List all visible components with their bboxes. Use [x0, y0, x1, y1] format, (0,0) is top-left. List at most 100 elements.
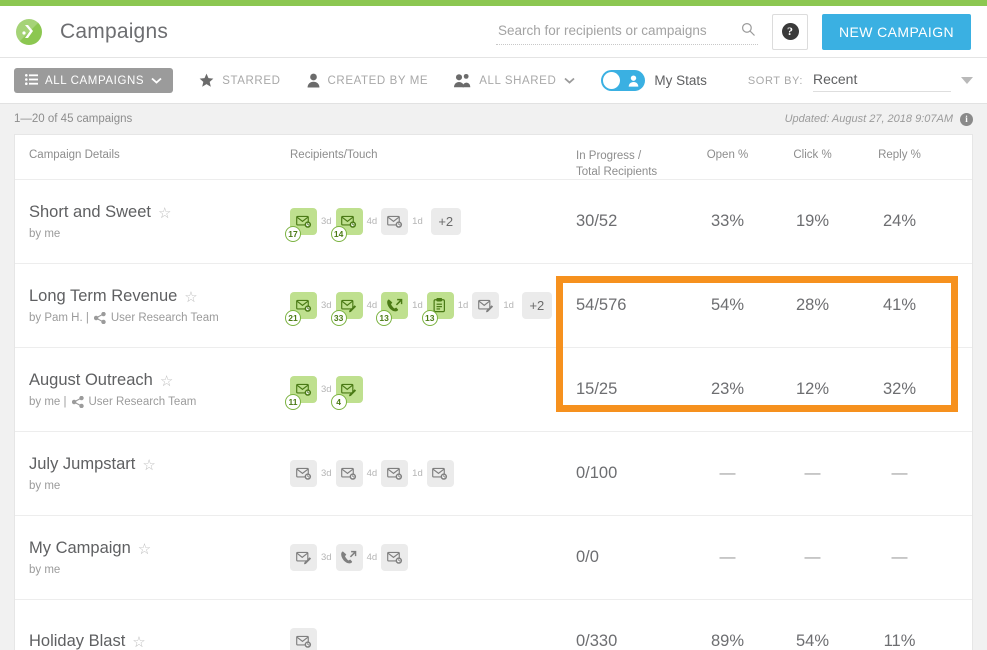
star-icon[interactable]: ☆: [184, 288, 197, 306]
search-box[interactable]: [496, 19, 758, 45]
results-count: 1—20 of 45 campaigns: [14, 113, 132, 125]
info-icon[interactable]: i: [960, 113, 973, 126]
campaign-owner: by me: [29, 480, 60, 492]
envelope-clock-icon[interactable]: [290, 460, 317, 487]
col-in-progress-line1: In Progress /: [576, 149, 685, 165]
table-row[interactable]: Holiday Blast☆0/33089%54%11%: [15, 600, 972, 650]
search-icon[interactable]: [741, 22, 756, 42]
envelope-clock-icon[interactable]: [290, 628, 317, 650]
envelope-pencil-icon[interactable]: 33: [336, 292, 363, 319]
star-icon[interactable]: ☆: [132, 633, 145, 650]
filter-all-campaigns[interactable]: ALL CAMPAIGNS: [14, 68, 173, 93]
person-icon: [307, 73, 320, 88]
table-row[interactable]: July Jumpstart☆by me3d4d1d0/100———: [15, 432, 972, 516]
envelope-clock-icon[interactable]: 11: [290, 376, 317, 403]
touch-gap-label: 1d: [499, 300, 518, 311]
star-icon[interactable]: ☆: [160, 372, 173, 390]
campaign-name[interactable]: Short and Sweet☆: [29, 203, 290, 222]
envelope-clock-icon[interactable]: 17: [290, 208, 317, 235]
chevron-down-icon: [564, 77, 575, 84]
filter-created-by-me[interactable]: CREATED BY ME: [307, 73, 429, 88]
campaign-name-label: Long Term Revenue: [29, 287, 177, 306]
open-pct-value: 89%: [685, 632, 770, 650]
table-row[interactable]: Long Term Revenue ☆ by Pam H. |User Resear…: [15, 264, 972, 348]
my-stats-toggle[interactable]: My Stats: [601, 70, 707, 91]
touch-gap-label: 3d: [317, 216, 336, 227]
shared-team-name: User Research Team: [89, 396, 197, 408]
campaign-byline: by me: [29, 228, 290, 240]
envelope-pencil-icon[interactable]: [472, 292, 499, 319]
filter-created-by-me-label: CREATED BY ME: [328, 75, 429, 87]
campaign-name[interactable]: Long Term Revenue ☆: [29, 287, 290, 306]
filter-starred[interactable]: STARRED: [199, 73, 280, 88]
toggle-track[interactable]: [601, 70, 645, 91]
touch-count-badge: 11: [285, 394, 301, 410]
help-button[interactable]: ?: [772, 14, 808, 50]
campaign-name[interactable]: Holiday Blast ☆: [29, 632, 290, 650]
table-row[interactable]: Short and Sweet☆by me173d144d1d+230/5233…: [15, 180, 972, 264]
touch-gap-label: 3d: [317, 468, 336, 479]
envelope-clock-icon[interactable]: [427, 460, 454, 487]
open-pct-value: —: [685, 549, 770, 567]
envelope-clock-icon[interactable]: [381, 544, 408, 571]
envelope-clock-icon[interactable]: [381, 460, 408, 487]
envelope-clock-icon[interactable]: 21: [290, 292, 317, 319]
campaign-details-cell: July Jumpstart ☆ by me: [15, 455, 290, 492]
table-row[interactable]: My Campaign☆by me3d4d0/0———: [15, 516, 972, 600]
search-input[interactable]: [496, 19, 758, 45]
touch-gap-label: 1d: [454, 300, 473, 311]
filter-all-shared[interactable]: ALL SHARED: [454, 73, 575, 88]
campaigns-table-wrap: Campaign Details Recipients/Touch In Pro…: [0, 134, 987, 650]
new-campaign-button[interactable]: NEW CAMPAIGN: [822, 14, 971, 50]
recipients-touch-cell: 3d4d1d: [290, 460, 570, 487]
campaign-name[interactable]: August Outreach☆: [29, 371, 290, 390]
envelope-pencil-icon[interactable]: [290, 544, 317, 571]
campaign-name[interactable]: My Campaign ☆: [29, 539, 290, 558]
leaf-logo-icon[interactable]: [14, 17, 44, 47]
envelope-pencil-icon[interactable]: 4: [336, 376, 363, 403]
col-recipients-touch: Recipients/Touch: [290, 149, 570, 161]
touch-gap-label: 4d: [363, 300, 382, 311]
phone-outgoing-icon[interactable]: [336, 544, 363, 571]
touch-gap-label: 3d: [317, 300, 336, 311]
star-icon[interactable]: ☆: [138, 540, 151, 558]
recipients-touch-cell: 3d4d: [290, 544, 570, 571]
table-row[interactable]: August Outreach☆by me |User Research Tea…: [15, 348, 972, 432]
filter-all-campaigns-label: ALL CAMPAIGNS: [45, 75, 144, 87]
envelope-clock-icon[interactable]: [381, 208, 408, 235]
star-icon[interactable]: ☆: [142, 456, 155, 474]
more-touches-button[interactable]: +2: [522, 292, 552, 319]
reply-pct-value: 24%: [855, 212, 972, 231]
recipients-touch-cell: 213d334d131d131d1d+2: [290, 292, 570, 319]
col-in-progress-line2: Total Recipients: [576, 165, 685, 181]
caret-down-icon[interactable]: [961, 77, 973, 84]
more-touches-button[interactable]: +2: [431, 208, 461, 235]
campaign-owner: by Pam H. |: [29, 312, 89, 324]
star-icon[interactable]: ☆: [158, 204, 171, 222]
app-header: Campaigns ? NEW CAMPAIGN: [0, 6, 987, 58]
phone-outgoing-icon[interactable]: 13: [381, 292, 408, 319]
envelope-clock-icon[interactable]: 14: [336, 208, 363, 235]
touch-gap-label: 3d: [317, 384, 336, 395]
campaign-byline: by Pam H. |User Research Team: [29, 312, 290, 324]
sort-by-value[interactable]: Recent: [813, 69, 951, 92]
updated-info: Updated: August 27, 2018 9:07AM i: [785, 113, 973, 126]
share-icon: [94, 312, 106, 324]
campaign-byline: by me: [29, 480, 290, 492]
reply-pct-value: 11%: [855, 632, 972, 650]
recipients-touch-cell: 173d144d1d+2: [290, 208, 570, 235]
campaign-name-label: My Campaign: [29, 539, 131, 558]
campaign-owner: by me: [29, 228, 60, 240]
campaign-name-label: Holiday Blast: [29, 632, 125, 650]
touch-gap-label: 1d: [408, 300, 427, 311]
campaign-name-label: July Jumpstart: [29, 455, 135, 474]
clipboard-task-icon[interactable]: 13: [427, 292, 454, 319]
person-icon: [628, 75, 639, 87]
in-progress-value: 54/576: [570, 294, 685, 316]
touch-count-badge: 4: [331, 394, 347, 410]
campaign-name[interactable]: July Jumpstart ☆: [29, 455, 290, 474]
envelope-clock-icon[interactable]: [336, 460, 363, 487]
table-body: Short and Sweet☆by me173d144d1d+230/5233…: [15, 180, 972, 650]
touch-gap-label: 1d: [408, 468, 427, 479]
star-icon: [199, 73, 214, 88]
